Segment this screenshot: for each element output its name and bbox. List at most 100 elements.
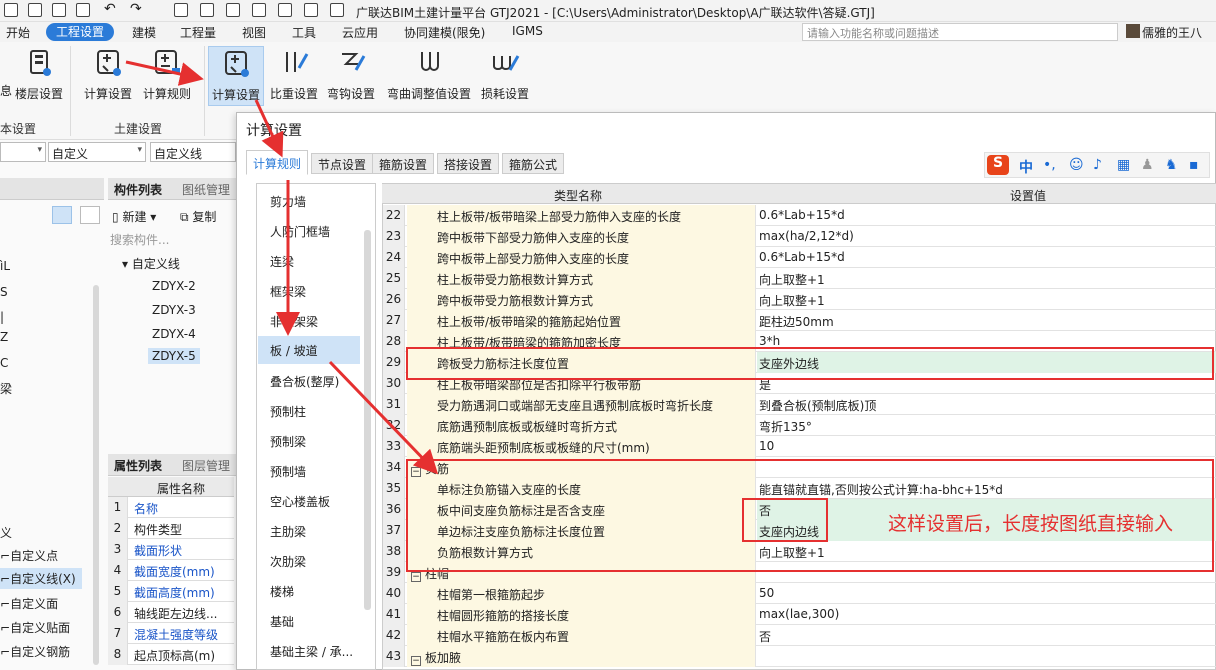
grid-row[interactable]: 24 跨中板带上部受力筋伸入支座的长度 0.6*Lab+15*d — [383, 247, 1216, 268]
nav-item[interactable]: S — [0, 285, 8, 299]
nav-item-custom-line[interactable]: ⌐自定义线(X) — [0, 568, 82, 589]
menu-start[interactable]: 开始 — [6, 24, 30, 41]
ime-chinese-mode[interactable]: 中 — [1019, 157, 1033, 177]
prop-row[interactable]: 4 截面宽度(mm) — [108, 560, 234, 581]
nav-scrollbar[interactable] — [93, 285, 99, 665]
category-item[interactable]: 主肋梁 — [270, 523, 306, 540]
category-item[interactable]: 框架梁 — [270, 283, 306, 300]
sum-icon[interactable] — [174, 3, 188, 17]
layer-mgmt-tab[interactable]: 图层管理 — [182, 457, 230, 474]
film-icon[interactable] — [304, 3, 318, 17]
grid-row[interactable]: 26 跨中板带受力筋根数计算方式 向上取整+1 — [383, 289, 1216, 310]
save-icon[interactable] — [76, 3, 90, 17]
function-search-input[interactable]: 请输入功能名称或问题描述 — [802, 23, 1118, 41]
open-folder-icon[interactable] — [52, 3, 66, 17]
row-setting-value[interactable]: 向上取整+1 — [757, 268, 1216, 289]
density-settings-button[interactable]: 比重设置 — [268, 46, 320, 106]
type-combo[interactable]: 自定义 ▾ — [48, 142, 146, 162]
collapse-icon[interactable]: − — [411, 656, 421, 666]
voice-icon[interactable]: ♪ — [1093, 157, 1102, 173]
user-icon[interactable]: ♟ — [1141, 157, 1154, 173]
hook-settings-button[interactable]: 弯钩设置 — [324, 46, 378, 106]
apps-icon[interactable]: ▪ — [1189, 157, 1199, 173]
grid-row[interactable]: 32 底筋遇预制底板或板缝时弯折方式 弯折135° — [383, 415, 1216, 436]
menu-modeling[interactable]: 建模 — [132, 24, 156, 41]
row-setting-value[interactable] — [757, 646, 1216, 667]
grid-row[interactable]: 27 柱上板带/板带暗梁的箍筋起始位置 距柱边50mm — [383, 310, 1216, 331]
tree-item-zdyx-4[interactable]: ZDYX-4 — [152, 327, 196, 341]
category-item[interactable]: 预制梁 — [270, 433, 306, 450]
nav-item[interactable]: | — [0, 310, 4, 324]
nav-item[interactable]: 义 — [0, 524, 12, 541]
new-component-button[interactable]: ▯ 新建 ▾ — [112, 208, 156, 225]
emoji-icon[interactable]: ☺ — [1069, 157, 1084, 173]
tree-item-zdyx-3[interactable]: ZDYX-3 — [152, 303, 196, 317]
category-item[interactable]: 连梁 — [270, 253, 294, 270]
row-setting-value[interactable]: 0.6*Lab+15*d — [757, 205, 1216, 226]
nav-item-custom-point[interactable]: ⌐自定义点 — [0, 547, 58, 564]
tab-calc-rules[interactable]: 计算规则 — [246, 150, 309, 175]
drawing-mgmt-tab[interactable]: 图纸管理 — [182, 181, 230, 198]
component-search-input[interactable]: 搜索构件... — [110, 231, 169, 248]
nav-item[interactable]: 梁 — [0, 380, 12, 397]
category-scrollbar[interactable] — [364, 230, 371, 610]
grid-row[interactable]: 23 跨中板带下部受力筋伸入支座的长度 max(ha/2,12*d) — [383, 226, 1216, 247]
menu-tools[interactable]: 工具 — [292, 24, 316, 41]
component-list-tab[interactable]: 构件列表 — [114, 181, 162, 198]
row-setting-value[interactable]: 0.6*Lab+15*d — [757, 247, 1216, 268]
category-item[interactable]: 叠合板(整厚) — [270, 373, 339, 390]
bend-adjust-settings-button[interactable]: 弯曲调整值设置 — [384, 46, 474, 106]
floor-settings-button[interactable]: 楼层设置 — [14, 46, 64, 106]
menu-cloud[interactable]: 云应用 — [342, 24, 378, 41]
detail-view-icon[interactable] — [80, 206, 100, 224]
calc-icon[interactable] — [226, 3, 240, 17]
prop-row[interactable]: 2 构件类型 — [108, 518, 234, 539]
prop-row[interactable]: 3 截面形状 — [108, 539, 234, 560]
tab-stirrup-settings[interactable]: 箍筋设置 — [372, 153, 435, 174]
chart-icon[interactable] — [252, 3, 266, 17]
new-file-icon[interactable] — [28, 3, 42, 17]
tab-node-settings[interactable]: 节点设置 — [311, 153, 374, 174]
calc-rules-button[interactable]: 计算规则 — [140, 46, 194, 106]
prop-row[interactable]: 8 起点顶标高(m) — [108, 644, 234, 665]
category-item[interactable]: 预制柱 — [270, 403, 306, 420]
prop-row[interactable]: 1 名称 — [108, 497, 234, 518]
tree-root[interactable]: ▾ 自定义线 — [122, 255, 180, 272]
grid-row[interactable]: 33 底筋端头距预制底板或板缝的尺寸(mm) 10 — [383, 436, 1216, 457]
nav-item-custom-face[interactable]: ⌐自定义面 — [0, 595, 58, 612]
grid-row[interactable]: 41 柱帽圆形箍筋的搭接长度 max(lae,300) — [383, 604, 1216, 625]
skin-icon[interactable]: ♞ — [1165, 157, 1178, 173]
prop-row[interactable]: 5 截面高度(mm) — [108, 581, 234, 602]
category-item[interactable]: 楼梯 — [270, 583, 294, 600]
nav-item[interactable]: Z — [0, 330, 8, 344]
category-item[interactable]: 人防门框墙 — [270, 223, 330, 240]
nav-item-custom-rebar[interactable]: ⌐自定义钢筋 — [0, 643, 70, 660]
avatar[interactable] — [1126, 24, 1140, 38]
row-setting-value[interactable]: 否 — [757, 625, 1216, 646]
edit-icon[interactable] — [278, 3, 292, 17]
list-view-icon[interactable] — [52, 206, 72, 224]
category-item[interactable]: 次肋梁 — [270, 553, 306, 570]
row-setting-value[interactable]: 向上取整+1 — [757, 289, 1216, 310]
category-item[interactable]: 预制墙 — [270, 463, 306, 480]
grid-group-row[interactable]: 43− 板加腋 — [383, 646, 1216, 667]
category-item-selected[interactable]: 板 / 坡道 — [258, 336, 360, 364]
menu-project-settings[interactable]: 工程设置 — [46, 23, 115, 41]
row-setting-value[interactable]: 50 — [757, 583, 1216, 604]
copy-component-button[interactable]: ⧉ 复制 — [180, 208, 216, 225]
row-setting-value[interactable]: max(ha/2,12*d) — [757, 226, 1216, 247]
prop-row[interactable]: 7 混凝土强度等级 — [108, 623, 234, 644]
grid-row[interactable]: 31 受力筋遇洞口或端部无支座且遇预制底板时弯折长度 到叠合板(预制底板)顶 — [383, 394, 1216, 415]
prop-row[interactable]: 6 轴线距左边线... — [108, 602, 234, 623]
floor-combo[interactable]: ▾ — [0, 142, 46, 162]
category-item[interactable]: 剪力墙 — [270, 193, 306, 210]
category-item[interactable]: 基础主梁 / 承... — [270, 643, 353, 660]
row-setting-value[interactable]: 距柱边50mm — [757, 310, 1216, 331]
row-setting-value[interactable]: 弯折135° — [757, 415, 1216, 436]
calc-settings-button[interactable]: 计算设置 — [82, 46, 134, 106]
steel-calc-settings-button[interactable]: 计算设置 — [208, 46, 264, 106]
grid-row[interactable]: 42 柱帽水平箍筋在板内布置否 — [383, 625, 1216, 646]
tab-lap-settings[interactable]: 搭接设置 — [437, 153, 500, 174]
nav-item[interactable]: ìL — [0, 259, 10, 273]
grid-row[interactable]: 40 柱帽第一根箍筋起步 50 — [383, 583, 1216, 604]
